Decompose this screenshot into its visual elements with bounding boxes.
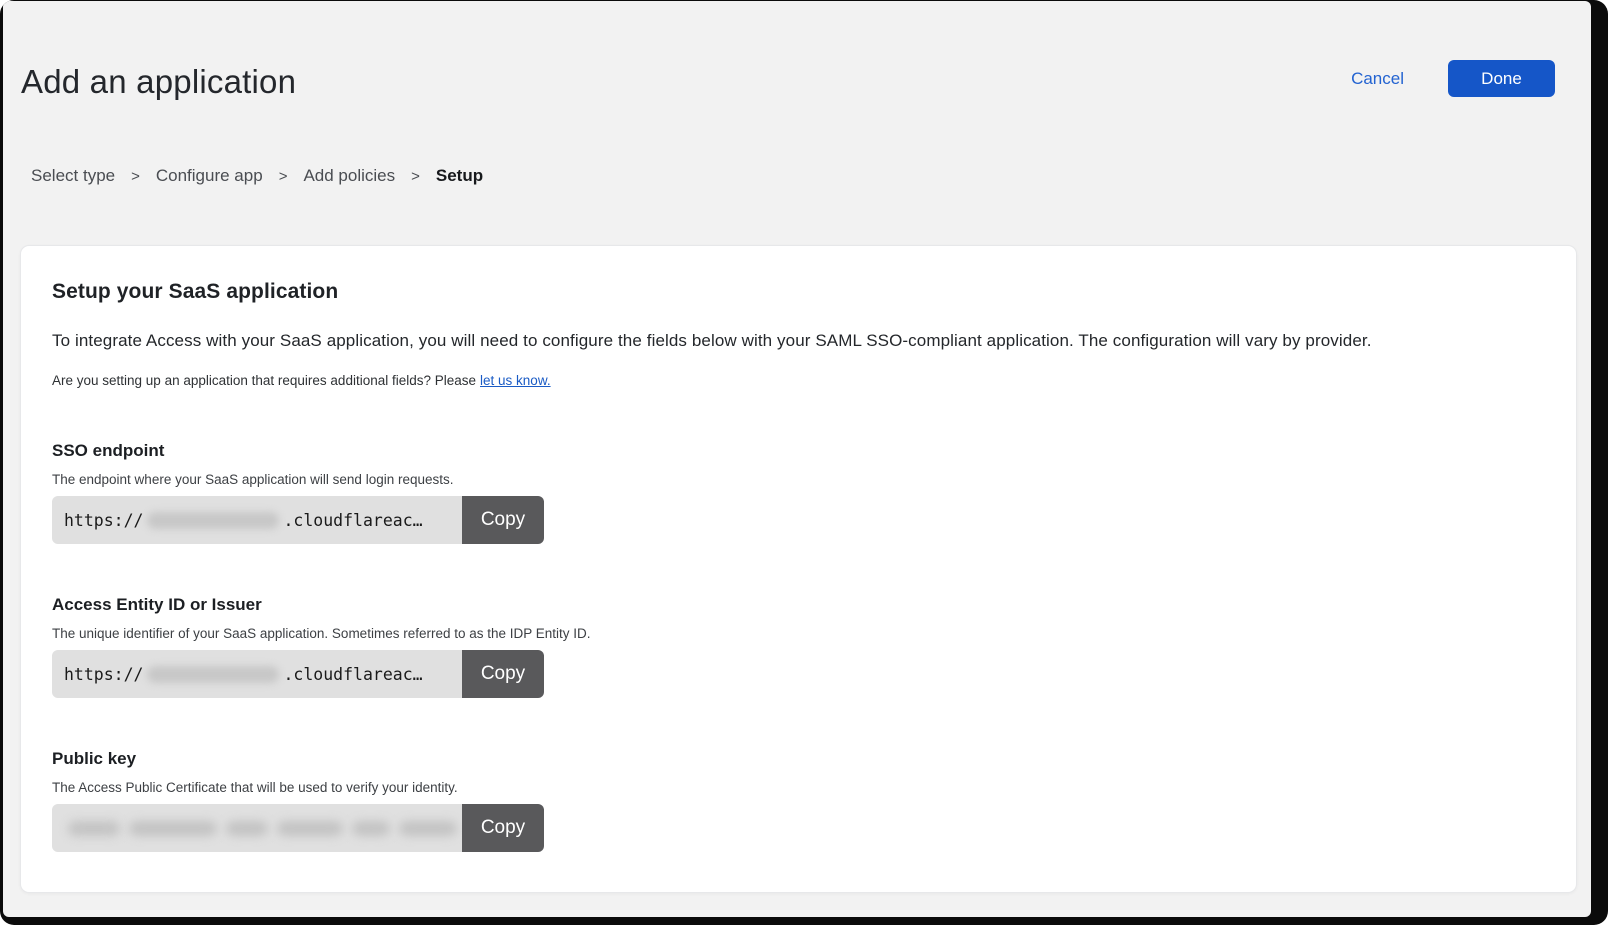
cancel-button[interactable]: Cancel (1351, 69, 1404, 89)
field-group-sso-endpoint: SSO endpoint The endpoint where your Saa… (52, 441, 1546, 544)
redacted-value (64, 821, 457, 836)
public-key-description: The Access Public Certificate that will … (52, 780, 1546, 795)
field-group-access-entity-id: Access Entity ID or Issuer The unique id… (52, 595, 1546, 698)
header-actions: Cancel Done (1351, 60, 1555, 97)
public-key-copy-row: Copy (52, 804, 544, 852)
access-entity-id-value: https:// .cloudflareac… (52, 650, 462, 698)
access-entity-id-label: Access Entity ID or Issuer (52, 595, 1546, 615)
url-prefix: https:// (64, 511, 143, 530)
access-entity-id-description: The unique identifier of your SaaS appli… (52, 626, 1546, 641)
breadcrumb-step-configure-app[interactable]: Configure app (156, 166, 263, 186)
redacted-value (147, 666, 279, 683)
sso-endpoint-value: https:// .cloudflareac… (52, 496, 462, 544)
let-us-know-link[interactable]: let us know. (480, 373, 551, 388)
breadcrumb-separator-icon: > (411, 168, 420, 185)
sso-endpoint-description: The endpoint where your SaaS application… (52, 472, 1546, 487)
card-help-text: Are you setting up an application that r… (52, 373, 1546, 388)
card-intro-text: To integrate Access with your SaaS appli… (52, 331, 1546, 351)
url-prefix: https:// (64, 665, 143, 684)
breadcrumb: Select type > Configure app > Add polici… (31, 166, 483, 186)
access-entity-id-copy-row: https:// .cloudflareac… Copy (52, 650, 544, 698)
redacted-value (147, 512, 279, 529)
public-key-label: Public key (52, 749, 1546, 769)
field-sections: SSO endpoint The endpoint where your Saa… (52, 441, 1546, 852)
public-key-value (52, 804, 462, 852)
breadcrumb-step-add-policies[interactable]: Add policies (303, 166, 395, 186)
card-heading: Setup your SaaS application (52, 280, 1546, 304)
sso-endpoint-copy-button[interactable]: Copy (462, 496, 544, 544)
app-window: Add an application Cancel Done Select ty… (3, 1, 1591, 917)
url-suffix: .cloudflareac… (283, 511, 422, 530)
breadcrumb-step-select-type[interactable]: Select type (31, 166, 115, 186)
field-group-public-key: Public key The Access Public Certificate… (52, 749, 1546, 852)
page-title: Add an application (21, 63, 296, 101)
url-suffix: .cloudflareac… (283, 665, 422, 684)
access-entity-id-copy-button[interactable]: Copy (462, 650, 544, 698)
setup-card: Setup your SaaS application To integrate… (20, 245, 1577, 893)
page-header: Add an application Cancel Done (3, 1, 1591, 151)
public-key-copy-button[interactable]: Copy (462, 804, 544, 852)
help-text: Are you setting up an application that r… (52, 373, 476, 388)
breadcrumb-separator-icon: > (279, 168, 288, 185)
sso-endpoint-label: SSO endpoint (52, 441, 1546, 461)
done-button[interactable]: Done (1448, 60, 1555, 97)
breadcrumb-separator-icon: > (131, 168, 140, 185)
sso-endpoint-copy-row: https:// .cloudflareac… Copy (52, 496, 544, 544)
breadcrumb-step-setup: Setup (436, 166, 483, 186)
screenshot-frame: Add an application Cancel Done Select ty… (0, 0, 1608, 925)
